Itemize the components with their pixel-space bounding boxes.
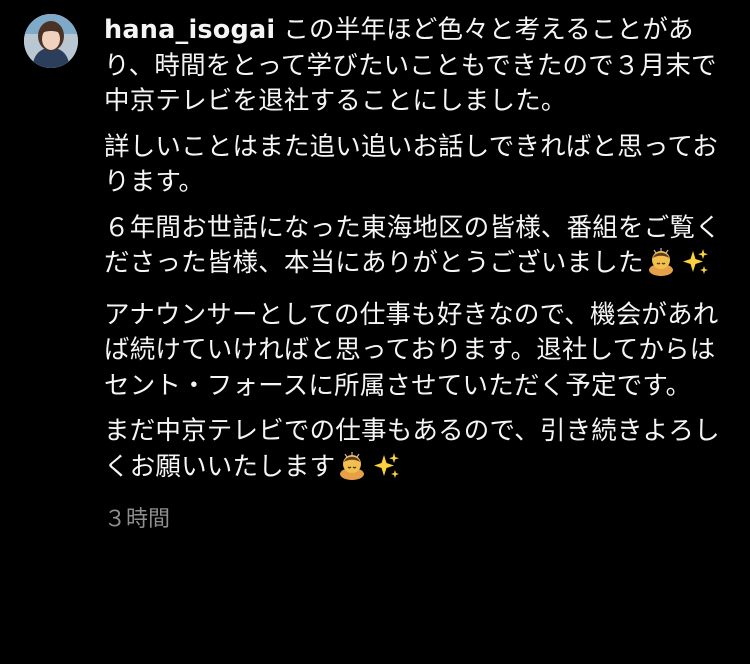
comment-meta: ３時間 bbox=[104, 501, 734, 533]
comment-body: hana_isogai この半年ほど色々と考えることがあり、時間をとって学びたいこ… bbox=[104, 8, 734, 533]
bowing-person-emoji bbox=[337, 451, 367, 492]
comment-paragraph-1: hana_isogai この半年ほど色々と考えることがあり、時間をとって学びたいこ… bbox=[104, 13, 734, 120]
comment-paragraph-3: ６年間お世話になった東海地区の皆様、番組をご覧くださった皆様、本当にありがとうご… bbox=[104, 211, 734, 288]
comment-text-2: 詳しいことはまた追い追いお話しできればと思っております。 bbox=[104, 131, 718, 198]
comment-text-5: まだ中京テレビでの仕事もあるので、引き続きよろしくお願いいたします bbox=[104, 416, 720, 482]
avatar[interactable] bbox=[24, 14, 78, 68]
timestamp[interactable]: ３時間 bbox=[104, 507, 170, 532]
sparkles-emoji bbox=[371, 451, 401, 492]
comment: hana_isogai この半年ほど色々と考えることがあり、時間をとって学びたいこ… bbox=[24, 8, 738, 533]
comment-paragraph-4: アナウンサーとしての仕事も好きなので、機会があれば続けていければと思っております… bbox=[104, 298, 734, 405]
sparkles-emoji bbox=[680, 247, 710, 288]
username-link[interactable]: hana_isogai bbox=[104, 15, 275, 45]
comment-paragraph-5: まだ中京テレビでの仕事もあるので、引き続きよろしくお願いいたします bbox=[104, 414, 734, 491]
avatar-image bbox=[24, 14, 78, 68]
bowing-person-emoji bbox=[646, 247, 676, 288]
comment-text-4: アナウンサーとしての仕事も好きなので、機会があれば続けていければと思っております… bbox=[104, 299, 719, 401]
comment-paragraph-2: 詳しいことはまた追い追いお話しできればと思っております。 bbox=[104, 130, 734, 201]
comment-text-3: ６年間お世話になった東海地区の皆様、番組をご覧くださった皆様、本当にありがとうご… bbox=[104, 212, 721, 279]
